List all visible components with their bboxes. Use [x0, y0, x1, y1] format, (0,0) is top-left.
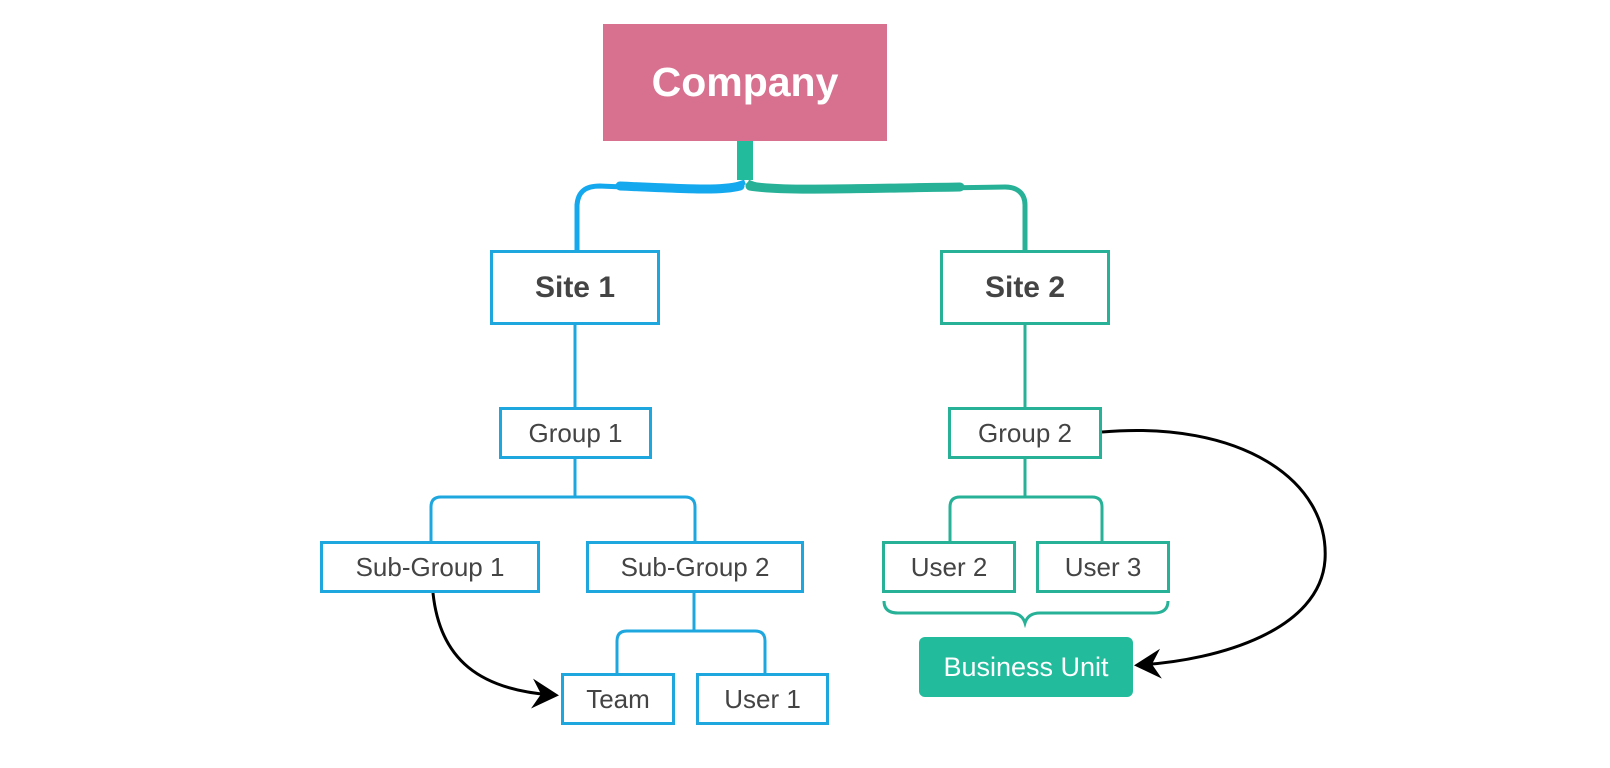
connector-subgroup2-children	[615, 593, 767, 673]
node-company[interactable]: Company	[603, 24, 887, 141]
node-team[interactable]: Team	[561, 673, 675, 725]
node-group-1[interactable]: Group 1	[499, 407, 652, 459]
node-group-2-label: Group 2	[978, 417, 1072, 448]
node-sub-group-1-label: Sub-Group 1	[355, 551, 505, 582]
connector-group1-subgroups	[429, 459, 697, 541]
node-sub-group-1[interactable]: Sub-Group 1	[320, 541, 540, 593]
node-site-2[interactable]: Site 2	[940, 250, 1110, 325]
node-company-label: Company	[651, 59, 839, 105]
node-user-3[interactable]: User 3	[1036, 541, 1170, 593]
node-user-2[interactable]: User 2	[882, 541, 1016, 593]
node-user-3-label: User 3	[1064, 551, 1142, 582]
node-group-2[interactable]: Group 2	[948, 407, 1102, 459]
node-site-2-label: Site 2	[984, 270, 1066, 304]
node-user-1[interactable]: User 1	[696, 673, 829, 725]
node-group-1-label: Group 1	[528, 417, 623, 448]
node-site-1-label: Site 1	[534, 270, 616, 304]
branch-company-site1-thick	[615, 181, 745, 194]
node-user-2-label: User 2	[910, 551, 988, 582]
branch-company-site2-thick	[745, 181, 965, 194]
node-sub-group-2[interactable]: Sub-Group 2	[586, 541, 804, 593]
node-user-1-label: User 1	[724, 683, 801, 714]
node-sub-group-2-label: Sub-Group 2	[620, 551, 770, 582]
node-team-label: Team	[586, 683, 650, 714]
node-business-unit-label: Business Unit	[943, 651, 1109, 682]
connector-group2-users	[948, 459, 1104, 541]
node-business-unit[interactable]: Business Unit	[919, 637, 1133, 697]
arrow-subgroup1-to-team	[431, 592, 559, 709]
summary-brace	[882, 600, 1170, 629]
node-site-1[interactable]: Site 1	[490, 250, 660, 325]
